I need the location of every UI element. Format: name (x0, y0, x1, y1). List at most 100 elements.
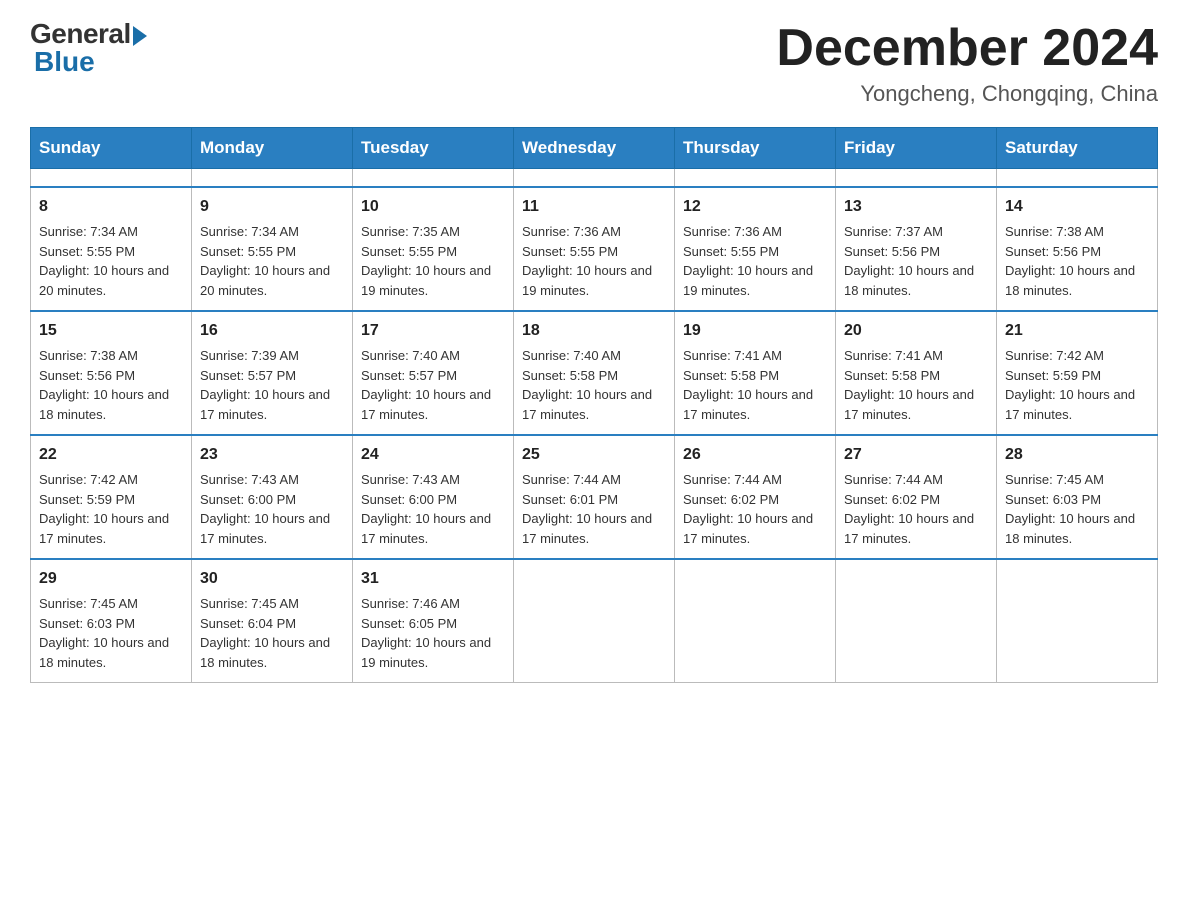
calendar-cell (675, 169, 836, 188)
day-number: 18 (522, 319, 666, 343)
sunrise-text: Sunrise: 7:34 AM (39, 222, 183, 242)
day-number: 19 (683, 319, 827, 343)
location: Yongcheng, Chongqing, China (776, 81, 1158, 107)
logo-blue-text: Blue (34, 48, 95, 76)
title-area: December 2024 Yongcheng, Chongqing, Chin… (776, 20, 1158, 107)
calendar-week-row (31, 169, 1158, 188)
sunrise-text: Sunrise: 7:40 AM (522, 346, 666, 366)
calendar-cell: 10Sunrise: 7:35 AMSunset: 5:55 PMDayligh… (353, 187, 514, 311)
daylight-text: Daylight: 10 hours and 17 minutes. (522, 385, 666, 424)
daylight-text: Daylight: 10 hours and 18 minutes. (1005, 509, 1149, 548)
sunset-text: Sunset: 5:58 PM (522, 366, 666, 386)
day-number: 11 (522, 195, 666, 219)
day-number: 29 (39, 567, 183, 591)
daylight-text: Daylight: 10 hours and 18 minutes. (844, 261, 988, 300)
daylight-text: Daylight: 10 hours and 18 minutes. (39, 633, 183, 672)
sunset-text: Sunset: 6:00 PM (361, 490, 505, 510)
day-number: 8 (39, 195, 183, 219)
sunrise-text: Sunrise: 7:43 AM (361, 470, 505, 490)
sunset-text: Sunset: 6:04 PM (200, 614, 344, 634)
header-cell-thursday: Thursday (675, 128, 836, 169)
header-cell-monday: Monday (192, 128, 353, 169)
sunrise-text: Sunrise: 7:46 AM (361, 594, 505, 614)
day-number: 26 (683, 443, 827, 467)
sunset-text: Sunset: 5:55 PM (683, 242, 827, 262)
daylight-text: Daylight: 10 hours and 19 minutes. (683, 261, 827, 300)
daylight-text: Daylight: 10 hours and 17 minutes. (844, 385, 988, 424)
day-number: 31 (361, 567, 505, 591)
sunset-text: Sunset: 6:00 PM (200, 490, 344, 510)
daylight-text: Daylight: 10 hours and 17 minutes. (683, 509, 827, 548)
calendar-cell: 31Sunrise: 7:46 AMSunset: 6:05 PMDayligh… (353, 559, 514, 683)
calendar-cell: 18 Sunrise: 7:40 AMSunset: 5:58 PMDayligh… (514, 311, 675, 435)
daylight-text: Daylight: 10 hours and 17 minutes. (844, 509, 988, 548)
daylight-text: Daylight: 10 hours and 17 minutes. (39, 509, 183, 548)
daylight-text: Daylight: 10 hours and 20 minutes. (39, 261, 183, 300)
day-number: 25 (522, 443, 666, 467)
day-number: 20 (844, 319, 988, 343)
calendar-cell: 25Sunrise: 7:44 AMSunset: 6:01 PMDayligh… (514, 435, 675, 559)
sunrise-text: Sunrise: 7:44 AM (522, 470, 666, 490)
sunrise-text: Sunrise: 7:38 AM (39, 346, 183, 366)
logo: General Blue (30, 20, 147, 76)
day-number: 9 (200, 195, 344, 219)
calendar-cell: 11Sunrise: 7:36 AMSunset: 5:55 PMDayligh… (514, 187, 675, 311)
calendar-cell: 30Sunrise: 7:45 AMSunset: 6:04 PMDayligh… (192, 559, 353, 683)
calendar-body: 8Sunrise: 7:34 AMSunset: 5:55 PMDaylight… (31, 169, 1158, 683)
sunrise-text: Sunrise: 7:44 AM (683, 470, 827, 490)
calendar-header-row: SundayMondayTuesdayWednesdayThursdayFrid… (31, 128, 1158, 169)
day-number: 17 (361, 319, 505, 343)
day-number: 23 (200, 443, 344, 467)
daylight-text: Daylight: 10 hours and 18 minutes. (200, 633, 344, 672)
calendar-cell (31, 169, 192, 188)
sunset-text: Sunset: 5:59 PM (1005, 366, 1149, 386)
sunrise-text: Sunrise: 7:45 AM (200, 594, 344, 614)
day-number: 15 (39, 319, 183, 343)
calendar-week-row: 15Sunrise: 7:38 AMSunset: 5:56 PMDayligh… (31, 311, 1158, 435)
daylight-text: Daylight: 10 hours and 19 minutes. (361, 261, 505, 300)
calendar-cell (192, 169, 353, 188)
sunrise-text: Sunrise: 7:42 AM (1005, 346, 1149, 366)
month-title: December 2024 (776, 20, 1158, 77)
day-number: 22 (39, 443, 183, 467)
sunrise-text: Sunrise: 7:41 AM (844, 346, 988, 366)
day-number: 16 (200, 319, 344, 343)
sunrise-text: Sunrise: 7:43 AM (200, 470, 344, 490)
sunrise-text: Sunrise: 7:35 AM (361, 222, 505, 242)
sunset-text: Sunset: 5:56 PM (39, 366, 183, 386)
header-cell-tuesday: Tuesday (353, 128, 514, 169)
calendar-cell: 17Sunrise: 7:40 AMSunset: 5:57 PMDayligh… (353, 311, 514, 435)
sunset-text: Sunset: 6:03 PM (39, 614, 183, 634)
sunrise-text: Sunrise: 7:41 AM (683, 346, 827, 366)
day-number: 21 (1005, 319, 1149, 343)
header-cell-friday: Friday (836, 128, 997, 169)
daylight-text: Daylight: 10 hours and 19 minutes. (522, 261, 666, 300)
calendar-cell: 22Sunrise: 7:42 AMSunset: 5:59 PMDayligh… (31, 435, 192, 559)
sunset-text: Sunset: 6:02 PM (683, 490, 827, 510)
daylight-text: Daylight: 10 hours and 18 minutes. (1005, 261, 1149, 300)
sunset-text: Sunset: 5:57 PM (200, 366, 344, 386)
calendar-cell: 26 Sunrise: 7:44 AMSunset: 6:02 PMDayligh… (675, 435, 836, 559)
calendar-cell: 29Sunrise: 7:45 AMSunset: 6:03 PMDayligh… (31, 559, 192, 683)
calendar-cell (514, 559, 675, 683)
daylight-text: Daylight: 10 hours and 17 minutes. (1005, 385, 1149, 424)
calendar-cell (514, 169, 675, 188)
sunrise-text: Sunrise: 7:38 AM (1005, 222, 1149, 242)
daylight-text: Daylight: 10 hours and 17 minutes. (683, 385, 827, 424)
calendar-cell: 28 Sunrise: 7:45 AMSunset: 6:03 PMDayligh… (997, 435, 1158, 559)
header: General Blue December 2024 Yongcheng, Ch… (30, 20, 1158, 107)
sunset-text: Sunset: 5:57 PM (361, 366, 505, 386)
calendar-cell (997, 169, 1158, 188)
calendar-cell: 12Sunrise: 7:36 AMSunset: 5:55 PMDayligh… (675, 187, 836, 311)
calendar-cell (836, 169, 997, 188)
sunrise-text: Sunrise: 7:45 AM (1005, 470, 1149, 490)
daylight-text: Daylight: 10 hours and 18 minutes. (39, 385, 183, 424)
daylight-text: Daylight: 10 hours and 17 minutes. (200, 509, 344, 548)
day-number: 28 (1005, 443, 1149, 467)
calendar-week-row: 22Sunrise: 7:42 AMSunset: 5:59 PMDayligh… (31, 435, 1158, 559)
daylight-text: Daylight: 10 hours and 20 minutes. (200, 261, 344, 300)
sunset-text: Sunset: 6:03 PM (1005, 490, 1149, 510)
sunset-text: Sunset: 5:59 PM (39, 490, 183, 510)
day-number: 13 (844, 195, 988, 219)
sunset-text: Sunset: 5:58 PM (683, 366, 827, 386)
